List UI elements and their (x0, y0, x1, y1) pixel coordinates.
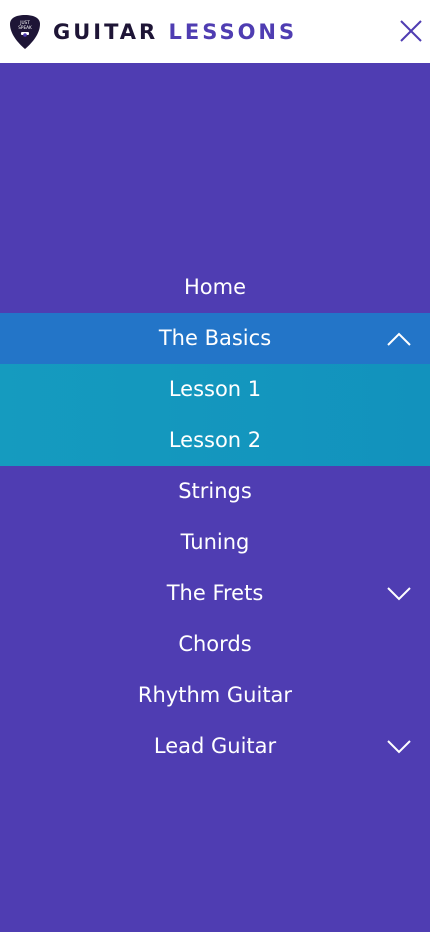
submenu-item-lesson-2[interactable]: Lesson 2 (0, 415, 430, 466)
menu-item-label: The Basics (158, 326, 272, 350)
mobile-navigation-menu: Home The Basics Lesson 1 Lesson 2 String… (0, 262, 430, 772)
menu-item-home[interactable]: Home (0, 262, 430, 313)
menu-item-label: The Frets (166, 581, 264, 605)
menu-item-the-frets[interactable]: The Frets (0, 568, 430, 619)
submenu-item-lesson-1[interactable]: Lesson 1 (0, 364, 430, 415)
menu-item-tuning[interactable]: Tuning (0, 517, 430, 568)
menu-item-chords[interactable]: Chords (0, 619, 430, 670)
guitar-pick-logo[interactable]: JUST SPEAK (9, 14, 41, 50)
brand-word-guitar: GUITAR (53, 20, 159, 44)
logo-text-line2: SPEAK (18, 25, 32, 30)
chevron-up-icon[interactable] (386, 331, 412, 347)
menu-item-the-basics[interactable]: The Basics (0, 313, 430, 364)
menu-item-strings[interactable]: Strings (0, 466, 430, 517)
brand-word-lessons: LESSONS (168, 20, 298, 44)
site-title[interactable]: GUITAR LESSONS (53, 17, 297, 47)
menu-item-rhythm-guitar[interactable]: Rhythm Guitar (0, 670, 430, 721)
menu-item-lead-guitar[interactable]: Lead Guitar (0, 721, 430, 772)
submenu-the-basics: Lesson 1 Lesson 2 (0, 364, 430, 466)
header: JUST SPEAK GUITAR LESSONS (0, 0, 430, 63)
menu-item-label: Lead Guitar (153, 734, 277, 758)
chevron-down-icon[interactable] (386, 739, 412, 755)
close-icon[interactable] (397, 17, 425, 45)
chevron-down-icon[interactable] (386, 586, 412, 602)
